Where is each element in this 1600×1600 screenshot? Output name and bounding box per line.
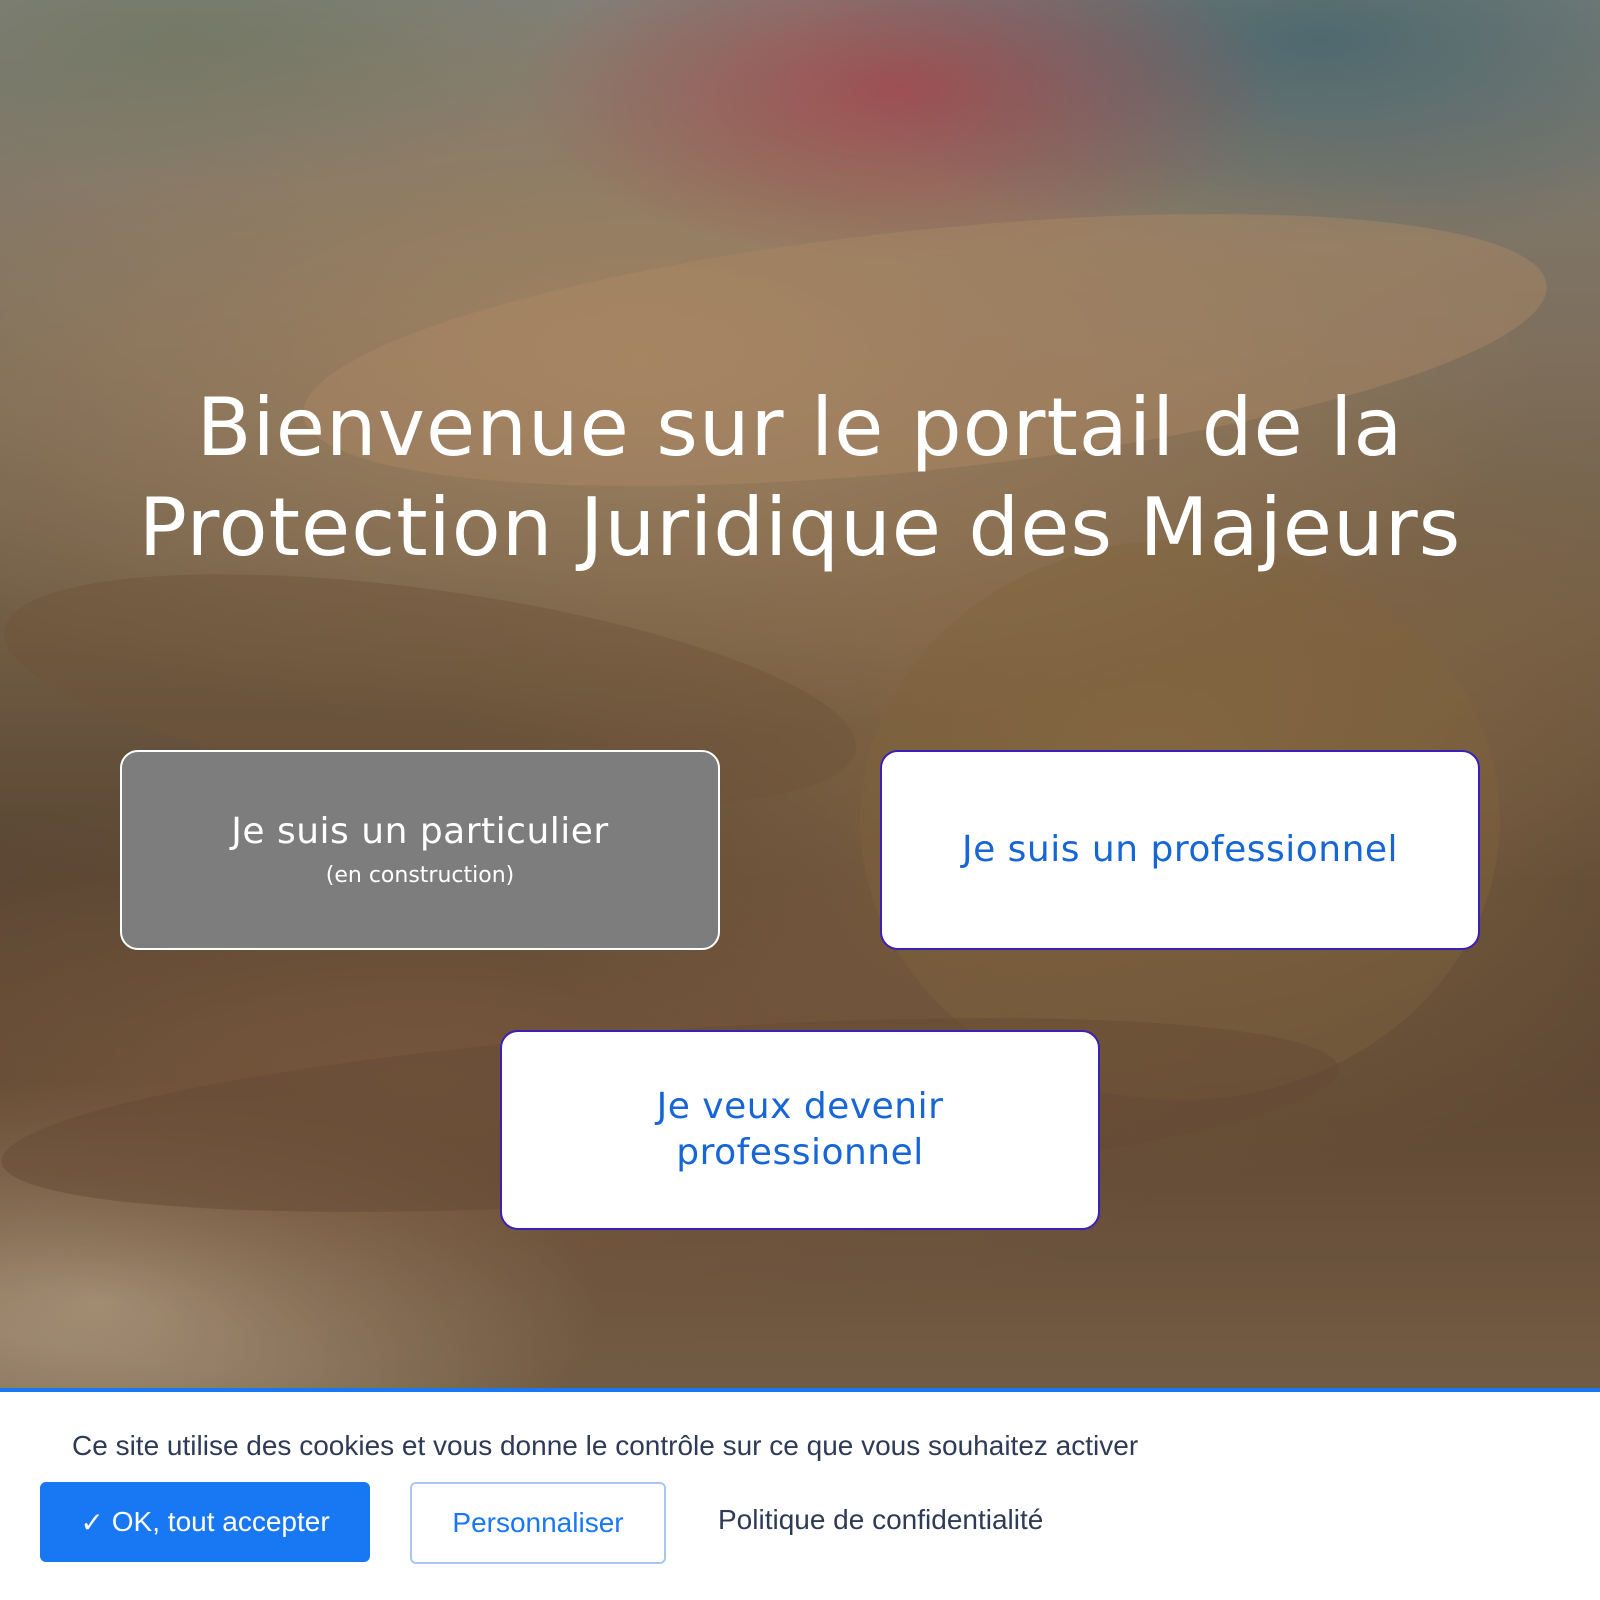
professionnel-button[interactable]: Je suis un professionnel (880, 750, 1480, 950)
check-icon: ✓ (80, 1506, 104, 1538)
accept-all-cookies-label: OK, tout accepter (111, 1506, 330, 1537)
particulier-button-note: (en construction) (325, 863, 515, 888)
devenir-professionnel-button[interactable]: Je veux devenir professionnel (500, 1030, 1100, 1230)
cookie-banner: Ce site utilise des cookies et vous donn… (0, 1388, 1600, 1600)
customize-cookies-button[interactable]: Personnaliser (410, 1482, 666, 1564)
particulier-button[interactable]: Je suis un particulier (en construction) (120, 750, 720, 950)
devenir-professionnel-button-label: Je veux devenir professionnel (656, 1086, 944, 1173)
page-title-line2: Protection Juridique des Majeurs (138, 481, 1462, 574)
customize-cookies-label: Personnaliser (452, 1507, 624, 1538)
page-title-line1: Bienvenue sur le portail de la (196, 381, 1404, 474)
cookie-message: Ce site utilise des cookies et vous donn… (72, 1430, 1139, 1461)
professionnel-button-label: Je suis un professionnel (961, 829, 1399, 870)
particulier-button-label: Je suis un particulier (231, 811, 609, 852)
page-title: Bienvenue sur le portail de la Protectio… (0, 378, 1600, 578)
page: Bienvenue sur le portail de la Protectio… (0, 0, 1600, 1600)
privacy-policy-link[interactable]: Politique de confidentialité (718, 1504, 1043, 1536)
accept-all-cookies-button[interactable]: ✓ OK, tout accepter (40, 1482, 370, 1562)
